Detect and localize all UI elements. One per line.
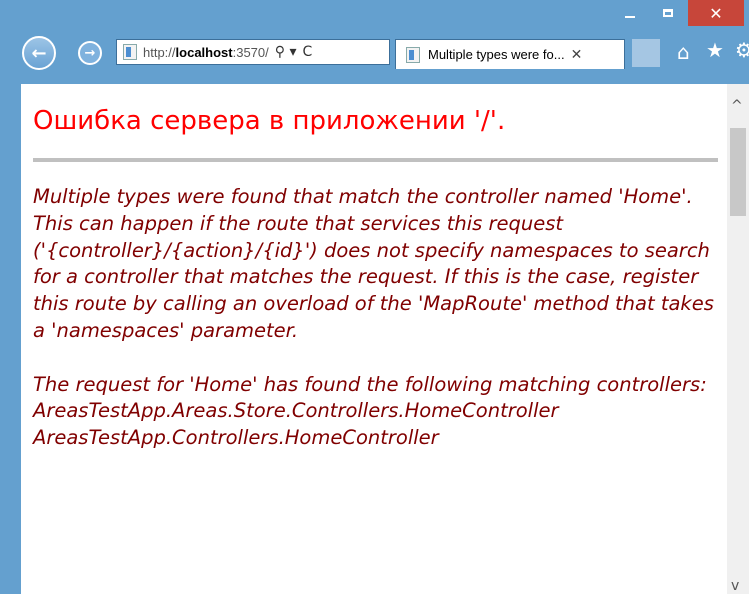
page-content: Ошибка сервера в приложении '/'. Multipl… — [21, 84, 727, 594]
favorites-icon[interactable]: ★ — [706, 38, 724, 62]
url-suffix: :3570/ — [232, 44, 269, 60]
tab-active[interactable]: Multiple types were fo... ✕ — [395, 39, 625, 69]
tab-page-icon — [406, 46, 420, 63]
browser-window: ✕ ← → http://localhost:3570/ ⚲ ▾ C Multi… — [0, 0, 749, 594]
new-tab-button[interactable] — [632, 39, 660, 67]
maximize-button[interactable] — [650, 0, 686, 26]
tab-title: Multiple types were fo... — [428, 47, 565, 62]
vertical-scrollbar[interactable]: ^ v — [727, 84, 749, 594]
url-text[interactable]: http://localhost:3570/ — [143, 45, 269, 60]
minimize-button[interactable] — [612, 0, 648, 26]
refresh-icon[interactable]: C — [303, 44, 313, 60]
scroll-thumb[interactable] — [730, 128, 746, 216]
forward-arrow-icon: → — [84, 45, 96, 61]
search-dropdown-icon[interactable]: ⚲ ▾ — [275, 44, 297, 60]
minimize-icon — [625, 16, 635, 18]
forward-button[interactable]: → — [78, 41, 102, 65]
address-bar[interactable]: http://localhost:3570/ ⚲ ▾ C — [116, 39, 390, 65]
back-button[interactable]: ← — [22, 36, 56, 70]
url-host: localhost — [175, 44, 233, 60]
close-icon: ✕ — [709, 3, 723, 23]
back-arrow-icon: ← — [31, 42, 47, 64]
page-icon — [123, 44, 137, 60]
divider — [33, 158, 718, 162]
maximize-icon — [663, 9, 673, 17]
url-prefix: http:// — [143, 44, 176, 60]
page-title: Ошибка сервера в приложении '/'. — [33, 106, 506, 136]
tab-close-icon[interactable]: ✕ — [571, 47, 583, 63]
close-button[interactable]: ✕ — [688, 0, 744, 26]
scroll-up-icon[interactable]: ^ — [731, 98, 743, 114]
home-icon[interactable]: ⌂ — [677, 40, 690, 64]
scroll-down-icon[interactable]: v — [731, 578, 739, 594]
gear-icon[interactable]: ⚙ — [735, 38, 749, 62]
error-message: Multiple types were found that match the… — [33, 185, 714, 450]
